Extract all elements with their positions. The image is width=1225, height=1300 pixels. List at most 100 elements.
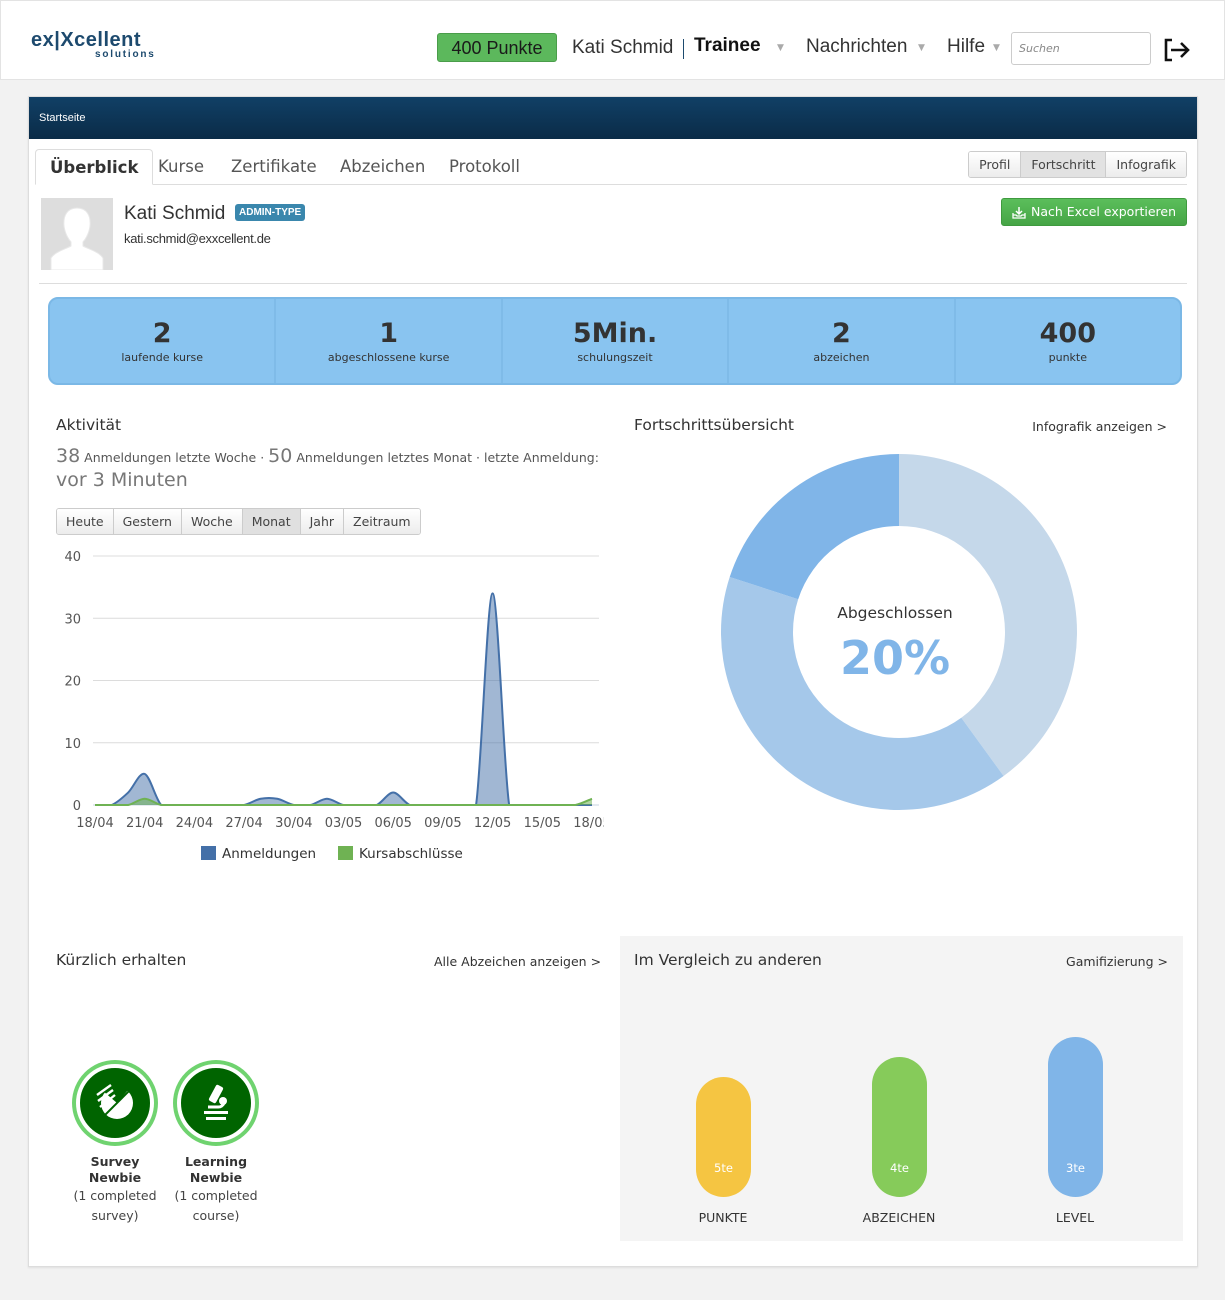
y-tick-label: 20 (64, 675, 81, 690)
x-tick-label: 30/04 (275, 816, 312, 831)
y-tick-label: 10 (64, 737, 81, 752)
range-heute-button[interactable]: Heute (57, 509, 114, 534)
legend-swatch (338, 846, 353, 860)
role-badge: ADMIN-TYPE (235, 204, 306, 221)
stat-label: punkte (1048, 351, 1088, 364)
badge-survey-newbie[interactable]: Survey Newbie (1 completed survey) (70, 1064, 160, 1226)
caret-down-icon[interactable]: ▼ (918, 43, 925, 53)
view-infografik-button[interactable]: Infografik (1106, 152, 1186, 177)
legend-label[interactable]: Kursabschlüsse (359, 846, 463, 862)
profile-name: Kati Schmid (124, 203, 226, 224)
help-menu[interactable]: Hilfe (947, 36, 985, 58)
main-panel: Startseite Überblick Kurse Zertifikate A… (28, 96, 1198, 1267)
x-tick-label: 06/05 (374, 816, 411, 831)
divider (39, 283, 1187, 284)
progress-donut-chart: Abgeschlossen 20% (721, 454, 1077, 810)
x-tick-label: 24/04 (176, 816, 213, 831)
breadcrumb: Startseite (29, 97, 1197, 139)
rank-value: 5te (714, 1161, 733, 1175)
caret-down-icon[interactable]: ▼ (777, 43, 784, 53)
view-switch: Profil Fortschritt Infografik (968, 151, 1187, 178)
range-monat-button[interactable]: Monat (242, 509, 301, 534)
infografik-link[interactable]: Infografik anzeigen > (1032, 419, 1167, 434)
stat-value: 400 (1039, 318, 1097, 349)
stat-abgeschlossene-kurse: 1 abgeschlossene kurse (276, 299, 503, 383)
top-navbar: ex|Xcellent solutions 400 Punkte Kati Sc… (0, 0, 1225, 80)
caret-down-icon[interactable]: ▼ (993, 43, 1000, 53)
logo-subtext: solutions (95, 49, 156, 60)
range-woche-button[interactable]: Woche (181, 509, 243, 534)
rank-pill-punkte: 5te (696, 1077, 751, 1197)
badge-name-line: Newbie (189, 1170, 243, 1185)
search-input[interactable] (1011, 32, 1151, 65)
rank-label: ABZEICHEN (862, 1210, 936, 1225)
badge-desc-line: survey) (91, 1208, 139, 1223)
messages-menu[interactable]: Nachrichten (806, 36, 907, 58)
rank-value: 3te (1066, 1161, 1085, 1175)
donut-center-value: 20% (840, 631, 950, 685)
month-text: Anmeldungen letztes Monat · letzte Anmel… (296, 450, 599, 465)
series-line-kursabschlüsse (95, 797, 593, 806)
export-excel-label: Nach Excel exportieren (1031, 204, 1176, 219)
x-tick-label: 12/05 (474, 816, 511, 831)
x-tick-label: 15/05 (524, 816, 561, 831)
export-excel-button[interactable]: Nach Excel exportieren (1001, 198, 1187, 226)
week-text: Anmeldungen letzte Woche · (84, 450, 265, 465)
activity-title: Aktivität (56, 416, 122, 434)
stat-label: laufende kurse (121, 351, 204, 364)
y-tick-label: 30 (64, 612, 81, 627)
logout-icon[interactable] (1163, 37, 1191, 63)
stat-value: 1 (379, 318, 398, 349)
badge-name-line: Survey (90, 1154, 140, 1169)
y-tick-label: 0 (73, 799, 81, 814)
role-menu[interactable]: Trainee (694, 35, 761, 57)
stat-laufende-kurse: 2 laufende kurse (50, 299, 277, 383)
tab-zertifikate[interactable]: Zertifikate (217, 149, 331, 185)
badge-circle (76, 1064, 154, 1142)
donut-slice-abgeschlossen (729, 454, 899, 600)
badge-description: (1 completed survey) (70, 1186, 160, 1226)
all-badges-link[interactable]: Alle Abzeichen anzeigen > (434, 954, 601, 969)
download-tray-icon (1012, 206, 1026, 219)
tab-kurse[interactable]: Kurse (144, 149, 218, 185)
badge-description: (1 completed course) (171, 1186, 261, 1226)
microscope-icon (204, 1084, 228, 1120)
tab-abzeichen[interactable]: Abzeichen (326, 149, 439, 185)
tab-ueberblick[interactable]: Überblick (35, 149, 154, 185)
badge-desc-line: course) (192, 1208, 240, 1223)
activity-summary: 38 Anmeldungen letzte Woche · 50 Anmeldu… (56, 445, 599, 467)
badge-name-line: Learning (184, 1154, 248, 1169)
badge-learning-newbie[interactable]: Learning Newbie (1 completed course) (171, 1064, 261, 1226)
logo-text: ex|Xcellent (31, 29, 142, 51)
x-tick-label: 21/04 (126, 816, 163, 831)
nav-user-name[interactable]: Kati Schmid (572, 37, 673, 59)
logo[interactable]: ex|Xcellent solutions (31, 29, 211, 63)
rank-label: PUNKTE (698, 1210, 748, 1225)
range-zeitraum-button[interactable]: Zeitraum (344, 509, 420, 534)
month-count: 50 (268, 445, 293, 467)
tab-protokoll[interactable]: Protokoll (435, 149, 534, 185)
avatar (41, 198, 113, 270)
series-area-anmeldungen (95, 593, 592, 805)
user-silhouette-icon (50, 207, 104, 270)
range-gestern-button[interactable]: Gestern (113, 509, 182, 534)
stat-label: abgeschlossene kurse (327, 351, 450, 364)
view-fortschritt-button[interactable]: Fortschritt (1021, 152, 1107, 177)
breadcrumb-home[interactable]: Startseite (39, 112, 85, 124)
x-tick-label: 09/05 (424, 816, 461, 831)
stat-punkte: 400 punkte (956, 299, 1180, 383)
stat-value: 2 (152, 318, 172, 349)
gamification-link[interactable]: Gamifizierung > (1066, 954, 1168, 969)
x-tick-label: 03/05 (325, 816, 362, 831)
legend-label[interactable]: Anmeldungen (222, 846, 316, 862)
view-profil-button[interactable]: Profil (969, 152, 1022, 177)
x-tick-label: 18/05 (573, 816, 604, 831)
legend-swatch (201, 846, 216, 860)
nav-divider (683, 39, 684, 59)
range-jahr-button[interactable]: Jahr (300, 509, 345, 534)
time-range-selector: Heute Gestern Woche Monat Jahr Zeitraum (56, 508, 421, 535)
points-button[interactable]: 400 Punkte (437, 33, 557, 62)
stat-abzeichen: 2 abzeichen (729, 299, 956, 383)
pie-chart-icon (96, 1083, 133, 1119)
stats-bar: 2 laufende kurse 1 abgeschlossene kurse … (48, 297, 1182, 385)
